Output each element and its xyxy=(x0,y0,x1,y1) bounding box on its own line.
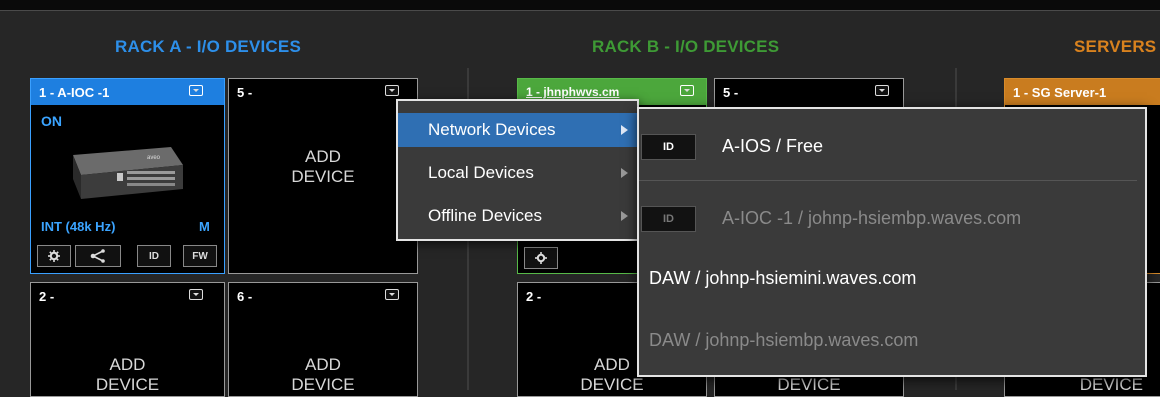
submenu-arrow-icon xyxy=(621,211,628,221)
network-button[interactable] xyxy=(75,245,121,267)
submenu-item-a-ios[interactable]: ID A-IOS / Free xyxy=(639,130,1145,164)
submenu-item-label: DAW / johnp-hsiemini.waves.com xyxy=(649,268,917,288)
menu-item-label: Network Devices xyxy=(428,120,556,139)
slot-number: 5 - xyxy=(723,85,739,100)
rack-a-slot-6[interactable]: 6 - ADD DEVICE xyxy=(228,282,418,397)
id-button[interactable]: ID xyxy=(137,245,171,267)
gear-icon xyxy=(535,252,547,264)
rack-a-slot-2[interactable]: 2 - ADD DEVICE xyxy=(30,282,225,397)
menu-item-offline-devices[interactable]: Offline Devices xyxy=(398,199,637,233)
submenu-item-daw-johnp-hsiemini[interactable]: DAW / johnp-hsiemini.waves.com xyxy=(639,262,1145,296)
slot-header: 1 - SG Server-1 xyxy=(1005,79,1160,105)
slot-number: 2 - xyxy=(526,289,542,304)
menu-item-label: Offline Devices xyxy=(428,206,543,225)
slot-number: 6 - xyxy=(237,289,253,304)
rack-a-slot-1[interactable]: 1 - A-IOC -1 ON aveo INT (48k Hz) M ID F… xyxy=(30,78,225,274)
submenu-item-label: A-IOS / Free xyxy=(722,136,824,156)
menu-item-label: Local Devices xyxy=(428,163,534,182)
submenu-item-daw-johnp-hsiembp[interactable]: DAW / johnp-hsiembp.waves.com xyxy=(639,324,1145,358)
mode-label: M xyxy=(199,219,210,234)
slot-header: 5 - xyxy=(715,79,903,105)
slot-dropdown-icon[interactable] xyxy=(385,289,399,300)
slot-header: 2 - xyxy=(31,283,224,309)
clock-label: INT (48k Hz) xyxy=(41,219,116,234)
rack-a-title: RACK A - I/O DEVICES xyxy=(115,37,301,56)
slot-controls: ID FW xyxy=(37,245,219,267)
top-bar xyxy=(0,0,1160,11)
submenu-item-label: DAW / johnp-hsiembp.waves.com xyxy=(649,330,919,350)
share-icon xyxy=(90,249,105,263)
network-devices-submenu: ID A-IOS / Free ID A-IOC -1 / johnp-hsie… xyxy=(637,107,1147,377)
add-device-label[interactable]: DEVICE xyxy=(715,375,903,395)
menu-item-network-devices[interactable]: Network Devices xyxy=(398,113,637,147)
slot-header: 5 - xyxy=(229,79,417,105)
slot-number: 1 - A-IOC -1 xyxy=(39,85,110,100)
slot-number: 5 - xyxy=(237,85,253,100)
servers-title: SERVERS xyxy=(1074,37,1157,56)
rack-b-title: RACK B - I/O DEVICES xyxy=(592,37,780,56)
device-image: aveo xyxy=(67,137,185,201)
slot-number: 1 - jhnphwvs.cm xyxy=(526,85,620,99)
slot-number: 1 - SG Server-1 xyxy=(1013,85,1107,100)
add-device-label[interactable]: ADD DEVICE xyxy=(31,355,224,395)
submenu-arrow-icon xyxy=(621,168,628,178)
submenu-item-label: A-IOC -1 / johnp-hsiembp.waves.com xyxy=(722,208,1022,228)
add-device-label[interactable]: ADD DEVICE xyxy=(229,355,417,395)
submenu-arrow-icon xyxy=(621,125,628,135)
fw-button[interactable]: FW xyxy=(183,245,217,267)
slot-dropdown-icon[interactable] xyxy=(385,85,399,96)
settings-button[interactable] xyxy=(524,247,558,269)
slot-dropdown-icon[interactable] xyxy=(680,85,694,96)
submenu-separator xyxy=(639,180,1137,181)
gear-icon xyxy=(48,250,60,262)
settings-button[interactable] xyxy=(37,245,71,267)
id-badge[interactable]: ID xyxy=(641,134,696,160)
slot-dropdown-icon[interactable] xyxy=(189,85,203,96)
submenu-item-a-ioc-1[interactable]: ID A-IOC -1 / johnp-hsiembp.waves.com xyxy=(639,202,1145,236)
slot-number: 2 - xyxy=(39,289,55,304)
id-badge[interactable]: ID xyxy=(641,206,696,232)
slot-dropdown-icon[interactable] xyxy=(189,289,203,300)
add-device-label[interactable]: ADD DEVICE xyxy=(229,147,417,187)
device-status: ON xyxy=(41,113,62,129)
slot-dropdown-icon[interactable] xyxy=(875,85,889,96)
add-device-context-menu: Network Devices Local Devices Offline De… xyxy=(396,99,639,241)
menu-item-local-devices[interactable]: Local Devices xyxy=(398,156,637,190)
add-device-label[interactable]: DEVICE xyxy=(1005,375,1160,395)
slot-header: 1 - A-IOC -1 xyxy=(31,79,224,105)
svg-text:aveo: aveo xyxy=(147,155,161,161)
rack-a-slot-5[interactable]: 5 - ADD DEVICE xyxy=(228,78,418,274)
slot-header: 6 - xyxy=(229,283,417,309)
